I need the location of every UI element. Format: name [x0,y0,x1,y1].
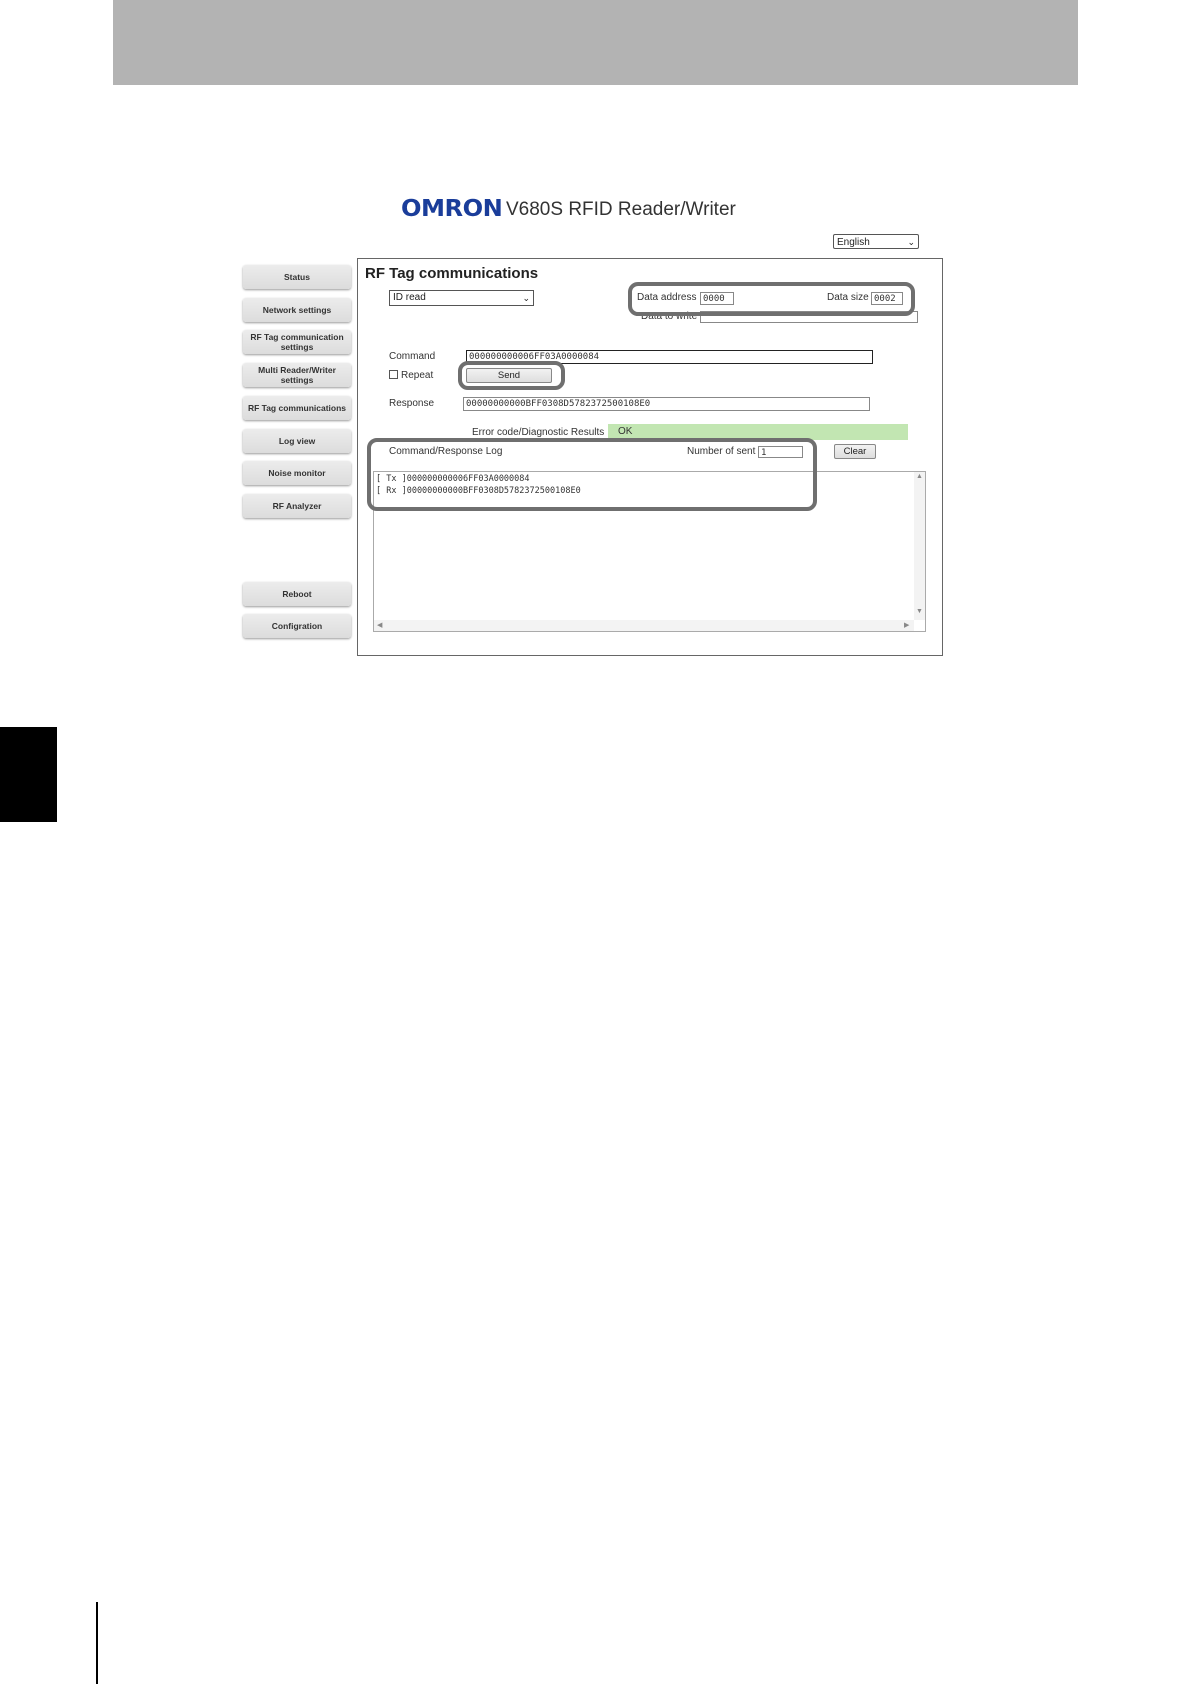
nav-log-view-button[interactable]: Log view [243,429,351,453]
nav-network-settings-button[interactable]: Network settings [243,298,351,322]
nav-rf-analyzer-button[interactable]: RF Analyzer [243,494,351,518]
scroll-right-icon[interactable]: ▶ [904,621,909,629]
response-field: 00000000000BFF0308D5782372500108E0 [463,397,870,411]
clear-button[interactable]: Clear [834,444,876,459]
nav-rf-tag-communications-button[interactable]: RF Tag communications [243,396,351,420]
repeat-checkbox[interactable] [389,370,398,379]
log-vertical-scrollbar[interactable]: ▲ ▼ [914,472,925,620]
app-title: V680S RFID Reader/Writer [506,199,736,220]
omron-logo: OMRON [401,196,503,222]
nav-multi-reader-writer-settings-button[interactable]: Multi Reader/Writer settings [243,363,351,387]
nav-rf-tag-communication-settings-button[interactable]: RF Tag communication settings [243,330,351,354]
language-value: English [837,237,870,248]
repeat-label: Repeat [401,370,434,381]
error-code-label: Error code/Diagnostic Results [472,427,605,438]
language-select[interactable]: English ⌄ [833,234,919,249]
command-label: Command [389,351,436,362]
highlight-data-address-size [628,282,915,316]
scroll-up-icon[interactable]: ▲ [916,473,923,480]
scroll-left-icon[interactable]: ◀ [377,621,382,629]
command-type-select[interactable]: ID read ⌄ [389,290,534,306]
response-label: Response [389,398,435,409]
chevron-down-icon: ⌄ [907,237,915,247]
nav-configuration-button[interactable]: Configration [243,614,351,638]
nav-reboot-button[interactable]: Reboot [243,582,351,606]
chapter-tab [0,727,57,822]
highlight-send-button [458,361,565,390]
page-header-band [113,0,1078,85]
highlight-command-log [367,438,817,511]
log-horizontal-scrollbar[interactable]: ◀ ▶ [374,620,914,631]
nav-status-button[interactable]: Status [243,265,351,289]
command-type-value: ID read [393,292,426,303]
scroll-down-icon[interactable]: ▼ [916,608,923,615]
nav-noise-monitor-button[interactable]: Noise monitor [243,461,351,485]
footer-rule [96,1602,98,1684]
chevron-down-icon: ⌄ [522,293,530,303]
page-title: RF Tag communications [365,265,539,282]
